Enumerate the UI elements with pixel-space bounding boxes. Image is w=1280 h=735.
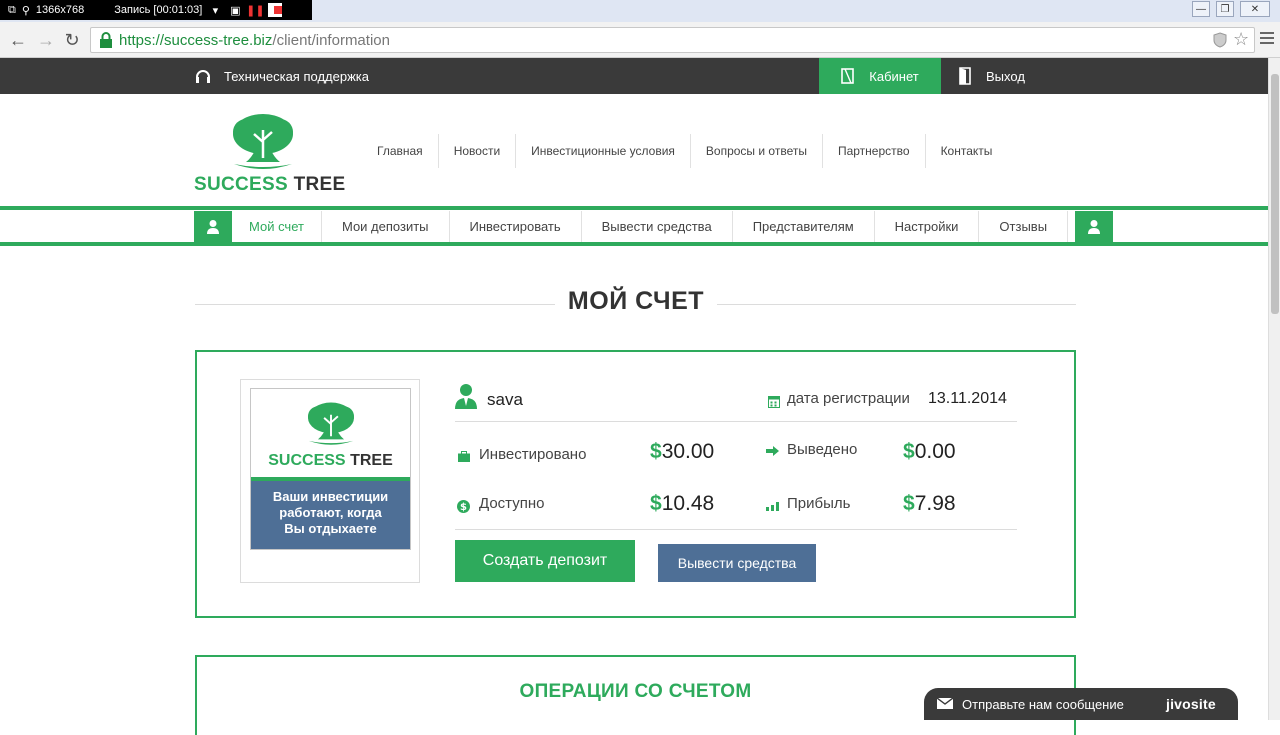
reload-icon[interactable]: ↻ <box>62 30 82 50</box>
site-logo[interactable]: SUCCESS TREE <box>194 112 345 198</box>
account-nav-bottom-line <box>0 242 1268 246</box>
account-nav-item[interactable]: Настройки <box>873 211 979 242</box>
promo-logo-text: SUCCESS TREE <box>268 452 393 469</box>
cabinet-button[interactable]: Кабинет <box>819 58 941 94</box>
recorder-pause-icon[interactable]: ❚❚ <box>246 3 264 17</box>
envelope-icon <box>937 698 953 709</box>
recorder-status: Запись [00:01:03] <box>114 4 203 16</box>
account-nav-item[interactable]: Вывести средства <box>580 211 732 242</box>
logout-label: Выход <box>986 68 1025 84</box>
browser-menu-icon[interactable] <box>1260 32 1274 46</box>
recorder-camera-icon[interactable]: ▣ <box>228 3 242 17</box>
notebook-icon <box>841 68 855 84</box>
lock-icon <box>100 32 112 48</box>
recorder-stop-icon[interactable] <box>268 3 283 17</box>
cabinet-label: Кабинет <box>869 68 919 84</box>
page-scrollbar[interactable] <box>1268 58 1280 720</box>
support-link[interactable]: Техническая поддержка <box>194 58 369 94</box>
user-avatar-icon <box>455 384 477 409</box>
door-icon <box>959 67 971 85</box>
withdraw-funds-button[interactable]: Вывести средства <box>658 544 816 582</box>
main-nav-item[interactable]: Новости <box>437 134 515 168</box>
promo-banner[interactable]: SUCCESS TREE Ваши инвестиции работают, к… <box>240 379 420 583</box>
logout-button[interactable]: Выход <box>958 58 1025 94</box>
account-summary-card: SUCCESS TREE Ваши инвестиции работают, к… <box>195 350 1076 618</box>
registration-date: 13.11.2014 <box>928 390 1007 407</box>
minimize-button[interactable]: — <box>1192 1 1210 17</box>
restore-button[interactable]: ❐ <box>1216 1 1234 17</box>
page-title: МОЙ СЧЕТ <box>567 287 705 315</box>
recorder-zoom-icon: ⚲ <box>21 4 30 17</box>
account-nav-item[interactable]: Отзывы <box>978 211 1069 242</box>
divider <box>455 421 1017 422</box>
main-nav-item[interactable]: Инвестиционные условия <box>515 134 690 168</box>
dollar-coin-icon: $ <box>457 500 470 513</box>
account-nav-item[interactable]: Инвестировать <box>448 211 581 242</box>
briefcase-icon <box>458 451 470 462</box>
available-value: $10.48 <box>650 492 715 515</box>
recorder-window-icon: ⧉ <box>8 3 16 16</box>
main-nav: Главная Новости Инвестиционные условия В… <box>362 134 1007 168</box>
main-nav-item[interactable]: Вопросы и ответы <box>689 134 822 168</box>
svg-text:$: $ <box>460 502 467 513</box>
account-nav-item[interactable]: Мои депозиты <box>320 211 449 242</box>
account-nav-items: Мой счет Мои депозиты Инвестировать Выве… <box>232 211 1069 242</box>
recorder-resolution: 1366x768 <box>35 4 85 16</box>
create-deposit-button[interactable]: Создать депозит <box>455 540 635 582</box>
user-icon <box>194 211 232 242</box>
available-label: Доступно <box>479 495 545 512</box>
invested-label: Инвестировано <box>479 446 587 463</box>
withdrawn-value: $0.00 <box>903 440 956 463</box>
chat-widget[interactable]: Отправьте нам сообщение jivosite <box>924 688 1238 720</box>
address-bar[interactable]: https://success-tree.biz/client/informat… <box>90 27 1255 53</box>
profit-label: Прибыль <box>787 495 851 512</box>
bar-chart-icon <box>766 502 779 511</box>
scrollbar-thumb[interactable] <box>1271 74 1279 314</box>
shield-icon[interactable] <box>1213 32 1227 48</box>
profit-value: $7.98 <box>903 492 956 515</box>
account-nav-top-line <box>0 206 1268 210</box>
headset-icon <box>196 70 210 83</box>
jivosite-logo: jivosite <box>1166 696 1216 712</box>
tree-logo-icon <box>233 114 293 169</box>
account-nav-my-account[interactable]: Мой счет <box>232 211 321 242</box>
promo-slogan: Ваши инвестиции работают, когда Вы отдых… <box>251 481 410 549</box>
browser-toolbar: ← → ↻ https://success-tree.biz/client/in… <box>0 22 1280 58</box>
chat-label: Отправьте нам сообщение <box>962 696 1124 712</box>
screen-recorder-bar: ⧉ ⚲ 1366x768 Запись [00:01:03] ▾ ▣ ❚❚ <box>0 0 312 20</box>
site-topbar: Техническая поддержка Кабинет Выход <box>0 58 1268 94</box>
main-nav-item[interactable]: Главная <box>362 134 438 168</box>
tree-logo-icon <box>308 402 354 445</box>
forward-arrow-icon[interactable]: → <box>36 30 56 50</box>
bookmark-star-icon[interactable]: ☆ <box>1233 29 1249 50</box>
account-nav: Мой счет Мои депозиты Инвестировать Выве… <box>194 211 1113 242</box>
withdrawn-label: Выведено <box>787 441 858 458</box>
arrow-right-icon <box>766 446 779 456</box>
account-nav-item[interactable]: Представителям <box>731 211 874 242</box>
main-nav-item[interactable]: Партнерство <box>821 134 925 168</box>
main-nav-item[interactable]: Контакты <box>924 134 1008 168</box>
invested-value: $30.00 <box>650 440 715 463</box>
username: sava <box>487 390 523 409</box>
support-label: Техническая поддержка <box>224 68 369 84</box>
title-rule-right <box>717 304 1076 305</box>
url-host: https://success-tree.biz <box>119 31 273 49</box>
url-path: /client/information <box>272 31 390 49</box>
calendar-icon <box>768 396 780 408</box>
close-window-button[interactable]: ✕ <box>1240 1 1270 17</box>
promo-banner-inner: SUCCESS TREE Ваши инвестиции работают, к… <box>250 388 411 550</box>
title-rule-left <box>195 304 555 305</box>
user-icon <box>1075 211 1113 242</box>
back-arrow-icon[interactable]: ← <box>8 30 28 50</box>
recorder-dropdown-icon[interactable]: ▾ <box>208 3 222 17</box>
logo-text: SUCCESS TREE <box>194 174 346 195</box>
divider <box>455 529 1017 530</box>
registration-label: дата регистрации <box>787 390 910 407</box>
